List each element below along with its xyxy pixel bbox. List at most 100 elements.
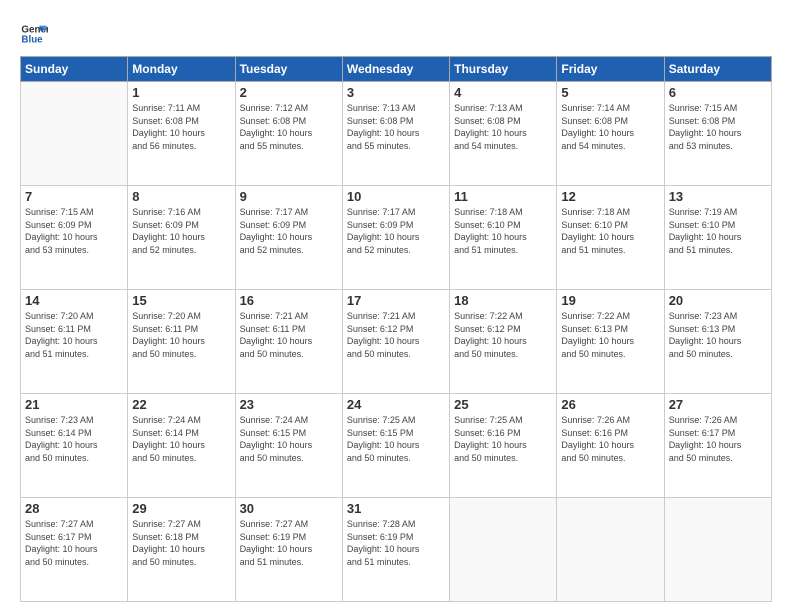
calendar-week-row: 21 Sunrise: 7:23 AMSunset: 6:14 PMDayligh… bbox=[21, 394, 772, 498]
day-info: Sunrise: 7:15 AMSunset: 6:09 PMDaylight:… bbox=[25, 206, 123, 256]
day-number: 27 bbox=[669, 397, 767, 412]
day-number: 25 bbox=[454, 397, 552, 412]
page: General Blue Sunday Monday Tuesday Wedne… bbox=[0, 0, 792, 612]
calendar-cell: 13 Sunrise: 7:19 AMSunset: 6:10 PMDayligh… bbox=[664, 186, 771, 290]
calendar-cell bbox=[664, 498, 771, 602]
day-info: Sunrise: 7:18 AMSunset: 6:10 PMDaylight:… bbox=[561, 206, 659, 256]
logo-icon: General Blue bbox=[20, 20, 48, 48]
header-monday: Monday bbox=[128, 57, 235, 82]
day-number: 10 bbox=[347, 189, 445, 204]
calendar-cell: 28Sunrise: 7:27 AMSunset: 6:17 PMDayligh… bbox=[21, 498, 128, 602]
calendar-cell: 15Sunrise: 7:20 AMSunset: 6:11 PMDayligh… bbox=[128, 290, 235, 394]
day-info: Sunrise: 7:18 AMSunset: 6:10 PMDaylight:… bbox=[454, 206, 552, 256]
day-number: 26 bbox=[561, 397, 659, 412]
calendar-cell bbox=[450, 498, 557, 602]
day-info: Sunrise: 7:22 AMSunset: 6:12 PMDaylight:… bbox=[454, 310, 552, 360]
header-wednesday: Wednesday bbox=[342, 57, 449, 82]
calendar-cell: 5Sunrise: 7:14 AMSunset: 6:08 PMDaylight… bbox=[557, 82, 664, 186]
calendar-week-row: 7 Sunrise: 7:15 AMSunset: 6:09 PMDaylight… bbox=[21, 186, 772, 290]
header-tuesday: Tuesday bbox=[235, 57, 342, 82]
svg-text:Blue: Blue bbox=[21, 34, 43, 45]
calendar-cell: 25Sunrise: 7:25 AMSunset: 6:16 PMDayligh… bbox=[450, 394, 557, 498]
day-info: Sunrise: 7:11 AMSunset: 6:08 PMDaylight:… bbox=[132, 102, 230, 152]
day-info: Sunrise: 7:13 AMSunset: 6:08 PMDaylight:… bbox=[454, 102, 552, 152]
day-number: 1 bbox=[132, 85, 230, 100]
day-info: Sunrise: 7:28 AMSunset: 6:19 PMDaylight:… bbox=[347, 518, 445, 568]
calendar-cell: 29 Sunrise: 7:27 AMSunset: 6:18 PMDayligh… bbox=[128, 498, 235, 602]
day-info: Sunrise: 7:25 AMSunset: 6:15 PMDaylight:… bbox=[347, 414, 445, 464]
day-number: 19 bbox=[561, 293, 659, 308]
day-number: 31 bbox=[347, 501, 445, 516]
calendar-cell: 18 Sunrise: 7:22 AMSunset: 6:12 PMDayligh… bbox=[450, 290, 557, 394]
header-sunday: Sunday bbox=[21, 57, 128, 82]
day-number: 12 bbox=[561, 189, 659, 204]
day-info: Sunrise: 7:21 AMSunset: 6:11 PMDaylight:… bbox=[240, 310, 338, 360]
calendar-cell: 17 Sunrise: 7:21 AMSunset: 6:12 PMDayligh… bbox=[342, 290, 449, 394]
calendar-cell: 27 Sunrise: 7:26 AMSunset: 6:17 PMDayligh… bbox=[664, 394, 771, 498]
calendar-cell: 12 Sunrise: 7:18 AMSunset: 6:10 PMDayligh… bbox=[557, 186, 664, 290]
day-info: Sunrise: 7:26 AMSunset: 6:17 PMDaylight:… bbox=[669, 414, 767, 464]
calendar-cell: 1 Sunrise: 7:11 AMSunset: 6:08 PMDaylight… bbox=[128, 82, 235, 186]
header-saturday: Saturday bbox=[664, 57, 771, 82]
logo: General Blue bbox=[20, 20, 52, 48]
calendar-cell: 14Sunrise: 7:20 AMSunset: 6:11 PMDayligh… bbox=[21, 290, 128, 394]
day-info: Sunrise: 7:21 AMSunset: 6:12 PMDaylight:… bbox=[347, 310, 445, 360]
day-number: 11 bbox=[454, 189, 552, 204]
day-info: Sunrise: 7:13 AMSunset: 6:08 PMDaylight:… bbox=[347, 102, 445, 152]
day-number: 22 bbox=[132, 397, 230, 412]
header-friday: Friday bbox=[557, 57, 664, 82]
calendar-header-row: Sunday Monday Tuesday Wednesday Thursday… bbox=[21, 57, 772, 82]
day-info: Sunrise: 7:16 AMSunset: 6:09 PMDaylight:… bbox=[132, 206, 230, 256]
day-info: Sunrise: 7:27 AMSunset: 6:18 PMDaylight:… bbox=[132, 518, 230, 568]
calendar-week-row: 14Sunrise: 7:20 AMSunset: 6:11 PMDayligh… bbox=[21, 290, 772, 394]
day-number: 6 bbox=[669, 85, 767, 100]
day-number: 28 bbox=[25, 501, 123, 516]
calendar-cell: 7 Sunrise: 7:15 AMSunset: 6:09 PMDaylight… bbox=[21, 186, 128, 290]
calendar-cell: 4 Sunrise: 7:13 AMSunset: 6:08 PMDaylight… bbox=[450, 82, 557, 186]
day-info: Sunrise: 7:26 AMSunset: 6:16 PMDaylight:… bbox=[561, 414, 659, 464]
day-number: 9 bbox=[240, 189, 338, 204]
day-info: Sunrise: 7:23 AMSunset: 6:14 PMDaylight:… bbox=[25, 414, 123, 464]
calendar-cell: 11 Sunrise: 7:18 AMSunset: 6:10 PMDayligh… bbox=[450, 186, 557, 290]
header: General Blue bbox=[20, 20, 772, 48]
calendar-table: Sunday Monday Tuesday Wednesday Thursday… bbox=[20, 56, 772, 602]
calendar-cell: 21 Sunrise: 7:23 AMSunset: 6:14 PMDayligh… bbox=[21, 394, 128, 498]
day-info: Sunrise: 7:15 AMSunset: 6:08 PMDaylight:… bbox=[669, 102, 767, 152]
calendar-cell: 30 Sunrise: 7:27 AMSunset: 6:19 PMDayligh… bbox=[235, 498, 342, 602]
day-number: 24 bbox=[347, 397, 445, 412]
day-info: Sunrise: 7:12 AMSunset: 6:08 PMDaylight:… bbox=[240, 102, 338, 152]
day-info: Sunrise: 7:23 AMSunset: 6:13 PMDaylight:… bbox=[669, 310, 767, 360]
day-number: 16 bbox=[240, 293, 338, 308]
calendar-cell: 3 Sunrise: 7:13 AMSunset: 6:08 PMDaylight… bbox=[342, 82, 449, 186]
day-info: Sunrise: 7:14 AMSunset: 6:08 PMDaylight:… bbox=[561, 102, 659, 152]
day-number: 7 bbox=[25, 189, 123, 204]
day-number: 21 bbox=[25, 397, 123, 412]
day-number: 4 bbox=[454, 85, 552, 100]
calendar-cell: 31 Sunrise: 7:28 AMSunset: 6:19 PMDayligh… bbox=[342, 498, 449, 602]
day-number: 8 bbox=[132, 189, 230, 204]
calendar-cell: 6 Sunrise: 7:15 AMSunset: 6:08 PMDaylight… bbox=[664, 82, 771, 186]
day-number: 13 bbox=[669, 189, 767, 204]
day-number: 3 bbox=[347, 85, 445, 100]
day-info: Sunrise: 7:24 AMSunset: 6:15 PMDaylight:… bbox=[240, 414, 338, 464]
day-number: 30 bbox=[240, 501, 338, 516]
day-number: 18 bbox=[454, 293, 552, 308]
calendar-cell: 16 Sunrise: 7:21 AMSunset: 6:11 PMDayligh… bbox=[235, 290, 342, 394]
day-info: Sunrise: 7:27 AMSunset: 6:19 PMDaylight:… bbox=[240, 518, 338, 568]
calendar-cell: 8 Sunrise: 7:16 AMSunset: 6:09 PMDaylight… bbox=[128, 186, 235, 290]
day-number: 2 bbox=[240, 85, 338, 100]
day-info: Sunrise: 7:20 AMSunset: 6:11 PMDaylight:… bbox=[132, 310, 230, 360]
day-number: 23 bbox=[240, 397, 338, 412]
day-info: Sunrise: 7:19 AMSunset: 6:10 PMDaylight:… bbox=[669, 206, 767, 256]
calendar-cell bbox=[557, 498, 664, 602]
day-number: 17 bbox=[347, 293, 445, 308]
calendar-cell: 23 Sunrise: 7:24 AMSunset: 6:15 PMDayligh… bbox=[235, 394, 342, 498]
day-info: Sunrise: 7:17 AMSunset: 6:09 PMDaylight:… bbox=[347, 206, 445, 256]
day-info: Sunrise: 7:17 AMSunset: 6:09 PMDaylight:… bbox=[240, 206, 338, 256]
calendar-cell: 9 Sunrise: 7:17 AMSunset: 6:09 PMDaylight… bbox=[235, 186, 342, 290]
day-number: 29 bbox=[132, 501, 230, 516]
header-thursday: Thursday bbox=[450, 57, 557, 82]
calendar-cell: 26 Sunrise: 7:26 AMSunset: 6:16 PMDayligh… bbox=[557, 394, 664, 498]
calendar-cell: 22 Sunrise: 7:24 AMSunset: 6:14 PMDayligh… bbox=[128, 394, 235, 498]
day-info: Sunrise: 7:24 AMSunset: 6:14 PMDaylight:… bbox=[132, 414, 230, 464]
